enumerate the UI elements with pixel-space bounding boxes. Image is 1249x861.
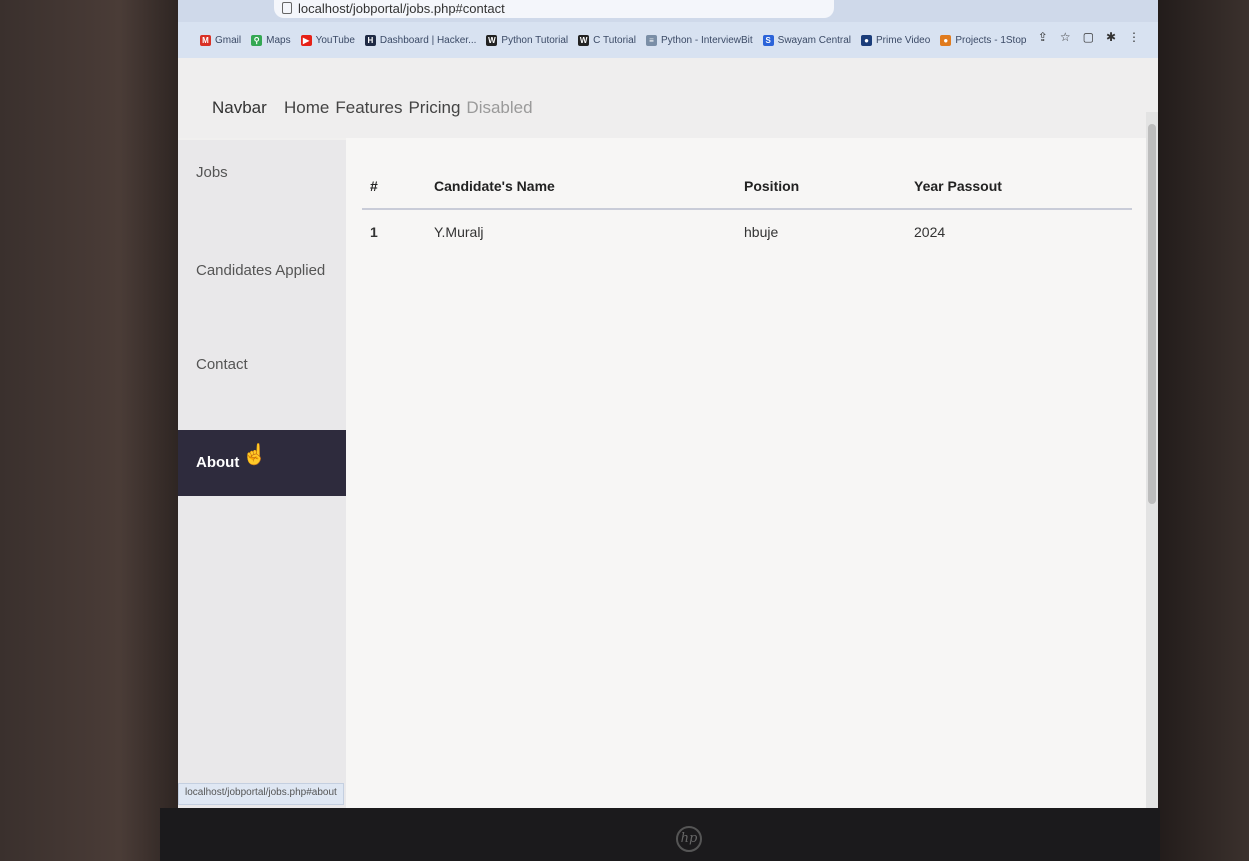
bookmark-youtube[interactable]: ▶ YouTube xyxy=(300,34,355,46)
nav-link-pricing[interactable]: Pricing xyxy=(408,98,460,118)
bookmark-projects[interactable]: ● Projects - 1Stop xyxy=(940,34,1027,46)
onestop-icon: ● xyxy=(940,34,952,46)
table-row: 1 Y.Muralj hbuje 2024 xyxy=(362,209,1132,254)
bookmark-label: Gmail xyxy=(215,34,242,46)
sidebar-item-about[interactable]: About ☝ xyxy=(178,430,346,496)
nav-link-disabled: Disabled xyxy=(466,98,533,117)
maps-icon: ⚲ xyxy=(251,34,263,46)
menu-icon[interactable]: ⋮ xyxy=(1128,30,1140,44)
sidebar: Jobs Candidates Applied Contact About ☝ xyxy=(178,140,346,808)
browser-actions: ⇪ ☆ ▢ ✱ ⋮ xyxy=(1038,30,1140,44)
navbar-brand[interactable]: Navbar xyxy=(212,98,267,118)
bookmark-gmail[interactable]: M Gmail xyxy=(200,34,242,46)
address-bar: localhost/jobportal/jobs.php#contact xyxy=(178,0,1158,22)
star-icon[interactable]: ☆ xyxy=(1060,30,1071,44)
bookmark-label: Swayam Central xyxy=(777,34,852,46)
bookmark-label: Maps xyxy=(266,34,291,46)
bookmark-hackerrank[interactable]: H Dashboard | Hacker... xyxy=(364,34,477,46)
nav-link-home[interactable]: Home xyxy=(284,98,329,118)
cell-year: 2024 xyxy=(914,224,946,240)
address-field[interactable]: localhost/jobportal/jobs.php#contact xyxy=(274,0,834,18)
column-header-name: Candidate's Name xyxy=(426,168,736,210)
monitor-bezel xyxy=(160,808,1160,861)
sidebar-item-contact[interactable]: Contact xyxy=(178,356,346,373)
sidebar-item-jobs[interactable]: Jobs xyxy=(178,164,346,181)
bookmark-label: C Tutorial xyxy=(593,34,636,46)
bookmark-maps[interactable]: ⚲ Maps xyxy=(251,34,291,46)
scrollbar-thumb[interactable] xyxy=(1148,124,1156,504)
hp-logo-icon: hp xyxy=(676,826,702,852)
bookmark-label: Prime Video xyxy=(876,34,931,46)
sidepanel-icon[interactable]: ▢ xyxy=(1083,30,1094,44)
nav-links: Home Features Pricing Disabled xyxy=(284,98,533,118)
photo-background-right xyxy=(1149,0,1249,861)
table-header-row: # Candidate's Name Position Year Passout xyxy=(362,168,1132,210)
main-content: # Candidate's Name Position Year Passout… xyxy=(346,138,1146,808)
bookmarks-bar: M Gmail ⚲ Maps ▶ YouTube H Dashboard | H… xyxy=(178,22,1158,58)
site-navbar: Navbar Home Features Pricing Disabled xyxy=(178,58,1158,138)
w3schools-icon: W xyxy=(578,34,590,46)
w3schools-icon: W xyxy=(486,34,498,46)
bookmark-label: Projects - 1Stop xyxy=(955,34,1027,46)
hand-cursor-icon: ☝ xyxy=(242,444,267,466)
bookmark-swayam[interactable]: S Swayam Central xyxy=(762,34,852,46)
interviewbit-icon: ≡ xyxy=(645,34,657,46)
cell-position: hbuje xyxy=(744,224,779,240)
hackerrank-icon: H xyxy=(364,34,376,46)
address-url: localhost/jobportal/jobs.php#contact xyxy=(298,1,505,16)
nav-link-features[interactable]: Features xyxy=(335,98,402,118)
swayam-icon: S xyxy=(762,34,774,46)
status-bar-url: localhost/jobportal/jobs.php#about xyxy=(178,783,344,805)
photo-background-left xyxy=(0,0,200,861)
candidates-table: # Candidate's Name Position Year Passout… xyxy=(362,168,1132,254)
extension-icon[interactable]: ✱ xyxy=(1106,30,1116,44)
bookmark-c-tutorial[interactable]: W C Tutorial xyxy=(578,34,636,46)
browser-window: localhost/jobportal/jobs.php#contact M G… xyxy=(178,0,1158,808)
bookmark-python-tutorial[interactable]: W Python Tutorial xyxy=(486,34,569,46)
bookmark-label: Python - InterviewBit xyxy=(660,34,753,46)
bookmark-label: YouTube xyxy=(315,34,355,46)
primevideo-icon: ● xyxy=(861,34,873,46)
page-scrollbar[interactable] xyxy=(1146,112,1158,808)
column-header-position: Position xyxy=(736,168,906,210)
bookmark-label: Python Tutorial xyxy=(501,34,569,46)
bookmark-label: Dashboard | Hacker... xyxy=(379,34,477,46)
cell-name: Y.Muralj xyxy=(434,224,484,240)
youtube-icon: ▶ xyxy=(300,34,312,46)
sidebar-item-label: About xyxy=(196,454,240,471)
gmail-icon: M xyxy=(200,34,211,46)
cell-number: 1 xyxy=(370,224,378,240)
sidebar-item-candidates-applied[interactable]: Candidates Applied xyxy=(178,262,346,279)
bookmark-interviewbit[interactable]: ≡ Python - InterviewBit xyxy=(645,34,753,46)
share-icon[interactable]: ⇪ xyxy=(1038,30,1048,44)
info-icon[interactable] xyxy=(282,2,292,14)
bookmark-primevideo[interactable]: ● Prime Video xyxy=(861,34,931,46)
column-header-year: Year Passout xyxy=(906,168,1132,210)
column-header-number: # xyxy=(362,168,426,210)
